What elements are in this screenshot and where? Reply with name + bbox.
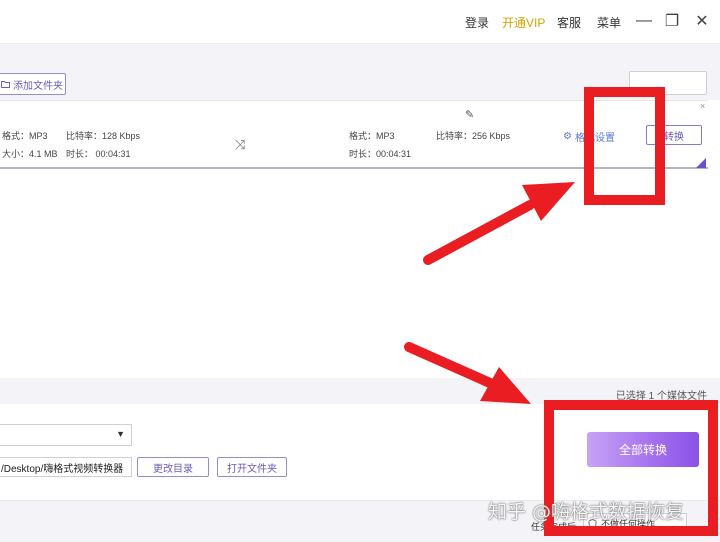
open-folder-button[interactable]: 打开文件夹 (217, 457, 287, 477)
menu-link[interactable]: 菜单 (597, 14, 621, 31)
output-path-value: /Desktop/嗨格式视频转换器 (1, 463, 124, 475)
add-folder-label: 添加文件夹 (13, 80, 63, 92)
target-duration: 时长：00:04:31 (349, 149, 412, 159)
source-bitrate: 比特率：128 Kbps (66, 131, 141, 141)
source-duration: 时长： 00:04:31 (66, 149, 131, 159)
output-path-field[interactable]: /Desktop/嗨格式视频转换器 (0, 457, 132, 477)
remove-file-icon[interactable]: × (700, 101, 705, 111)
corner-marker (696, 158, 706, 168)
target-bitrate: 比特率：256 Kbps (436, 131, 511, 141)
title-bar: 登录 开通VIP 客服 菜单 — ❐ ✕ (0, 0, 720, 44)
shuffle-icon: ⤨ (235, 137, 246, 152)
target-format: 格式：MP3 (349, 131, 395, 141)
output-format-select[interactable]: ▼ (0, 424, 132, 446)
annotation-box-convert (584, 87, 665, 205)
folder-plus-icon (1, 81, 10, 88)
chevron-down-icon: ▼ (116, 429, 125, 439)
watermark: 知乎 @嗨格式数据恢复 (488, 501, 685, 523)
change-dir-button[interactable]: 更改目录 (137, 457, 209, 477)
restore-icon[interactable]: ❐ (662, 11, 682, 31)
service-link[interactable]: 客服 (557, 14, 581, 31)
vip-link[interactable]: 开通VIP (502, 14, 545, 31)
gear-icon: ⚙ (563, 131, 572, 142)
source-format: 格式：MP3 (2, 131, 48, 141)
minimize-icon[interactable]: — (634, 11, 654, 31)
edit-icon[interactable]: ✎ (465, 108, 474, 121)
close-icon[interactable]: ✕ (692, 11, 712, 31)
source-size: 大小：4.1 MB (2, 149, 58, 159)
login-link[interactable]: 登录 (465, 14, 489, 31)
add-folder-button[interactable]: 添加文件夹 (0, 73, 66, 95)
